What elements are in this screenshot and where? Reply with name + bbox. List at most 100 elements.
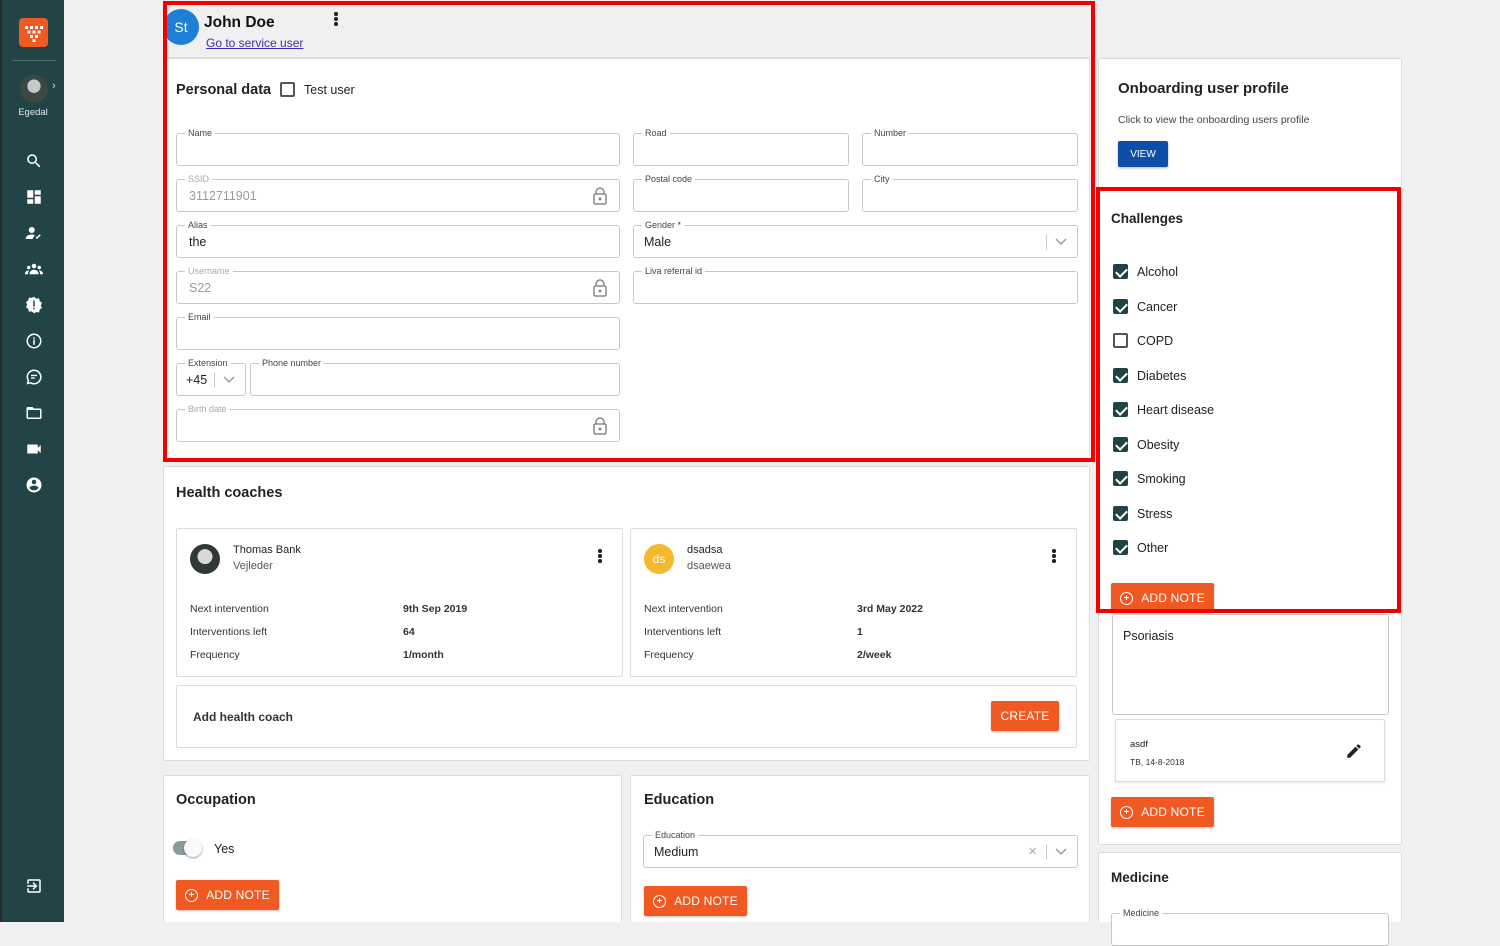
challenge-note-text: Psoriasis: [1123, 629, 1174, 643]
coach-more-icon[interactable]: [598, 549, 602, 563]
chevron-down-icon: [223, 376, 235, 383]
liva-referral-label: Liva referral id: [642, 265, 706, 277]
education-title: Education: [644, 792, 715, 808]
road-field[interactable]: Road: [633, 127, 849, 166]
frequency-label: Frequency: [190, 649, 240, 661]
challenges-add-note-button[interactable]: ADD NOTE: [1111, 583, 1214, 613]
challenge-checkbox[interactable]: [1113, 298, 1128, 314]
info-icon[interactable]: [24, 331, 44, 351]
challenge-label: Smoking: [1137, 472, 1186, 486]
occupation-add-note-button[interactable]: ADD NOTE: [176, 880, 279, 910]
education-card: Education Education Medium × ADD NOTE: [630, 775, 1090, 922]
add-note-label: ADD NOTE: [1141, 591, 1205, 605]
challenge-label: Diabetes: [1137, 368, 1187, 383]
challenge-checkbox[interactable]: [1113, 264, 1128, 279]
number-field[interactable]: Number: [862, 127, 1078, 166]
search-icon[interactable]: [24, 151, 44, 171]
ssid-label: SSID: [185, 173, 213, 185]
add-circle-icon: [653, 894, 667, 908]
challenge-checkbox[interactable]: [1113, 505, 1128, 521]
logout-icon[interactable]: [24, 876, 44, 896]
phone-number-field[interactable]: Phone number: [250, 357, 620, 396]
coach-more-icon[interactable]: [1052, 549, 1056, 563]
email-field[interactable]: Email: [176, 311, 620, 350]
liva-referral-field[interactable]: Liva referral id: [633, 265, 1078, 304]
saved-note-text: asdf: [1130, 739, 1148, 750]
extension-select[interactable]: Extension +45: [176, 357, 246, 396]
name-field[interactable]: Name: [176, 127, 620, 166]
medicine-title: Medicine: [1111, 870, 1169, 885]
challenges-title: Challenges: [1111, 211, 1184, 226]
create-button-label: CREATE: [1000, 709, 1050, 723]
challenge-label: Alcohol: [1137, 265, 1178, 279]
occupation-card: Occupation Yes ADD NOTE: [163, 775, 622, 922]
medicine-label: Medicine: [1120, 907, 1163, 919]
personal-data-title: Personal data: [176, 82, 272, 98]
occupation-toggle[interactable]: [173, 839, 202, 857]
username-label: Username: [185, 265, 233, 277]
onboarding-description: Click to view the onboarding users profi…: [1118, 114, 1310, 126]
gender-select[interactable]: Gender * Male: [633, 219, 1078, 258]
challenge-label: COPD: [1137, 334, 1174, 348]
challenge-label: Heart disease: [1137, 403, 1215, 417]
next-intervention-value: 3rd May 2022: [857, 603, 923, 615]
challenge-checkbox[interactable]: [1113, 540, 1128, 555]
medicine-field[interactable]: Medicine: [1111, 907, 1389, 946]
frequency-value: 2/week: [857, 649, 892, 661]
create-button[interactable]: CREATE: [991, 701, 1059, 731]
alias-field[interactable]: Alias the: [176, 219, 620, 258]
education-select[interactable]: Education Medium ×: [643, 829, 1078, 868]
challenge-checkbox[interactable]: [1113, 471, 1128, 486]
app-logo[interactable]: [19, 18, 48, 47]
gender-value: Male: [644, 235, 672, 249]
health-coaches-title: Health coaches: [176, 485, 283, 501]
add-health-coach-label: Add health coach: [193, 710, 294, 724]
onboarding-title: Onboarding user profile: [1118, 80, 1289, 97]
challenge-checkbox[interactable]: [1113, 367, 1128, 383]
dashboard-icon[interactable]: [24, 187, 44, 207]
alias-value: the: [189, 235, 207, 249]
postal-code-field[interactable]: Postal code: [633, 173, 849, 212]
city-label: City: [871, 173, 893, 185]
education-add-note-button[interactable]: ADD NOTE: [644, 886, 747, 916]
next-intervention-label: Next intervention: [190, 603, 269, 615]
interventions-left-label: Interventions left: [190, 626, 268, 638]
name-label: Name: [185, 127, 216, 139]
alert-badge-icon[interactable]: [24, 295, 44, 315]
chat-icon[interactable]: [24, 367, 44, 387]
challenge-checkbox[interactable]: [1113, 436, 1128, 452]
challenges-card: Challenges Alcohol Cancer COPD Diabetes Hear…: [1098, 190, 1402, 845]
health-coaches-card: Health coaches Thomas Bank Vejleder Next…: [163, 466, 1090, 761]
phone-number-label: Phone number: [259, 357, 325, 369]
account-circle-icon[interactable]: [24, 475, 44, 495]
interventions-left-label: Interventions left: [644, 626, 722, 638]
video-icon[interactable]: [24, 439, 44, 459]
clear-icon[interactable]: ×: [1028, 843, 1037, 860]
header-more-icon[interactable]: [334, 12, 338, 26]
select-separator: [214, 372, 215, 388]
challenge-checkbox[interactable]: [1113, 402, 1128, 417]
number-label: Number: [871, 127, 910, 139]
extension-value: +45: [186, 373, 208, 387]
org-avatar[interactable]: [20, 75, 48, 103]
group-icon[interactable]: [24, 259, 44, 279]
saved-note: asdf TB, 14-8-2018: [1115, 719, 1385, 782]
edit-icon[interactable]: [1345, 742, 1363, 760]
user-check-icon[interactable]: [24, 223, 44, 243]
chevron-down-icon: [1055, 238, 1067, 245]
add-note-label: ADD NOTE: [206, 888, 270, 902]
go-to-service-user-link[interactable]: Go to service user: [206, 36, 303, 50]
user-avatar-initials: St: [174, 19, 188, 35]
challenge-checkbox[interactable]: [1113, 333, 1128, 348]
chevron-right-icon[interactable]: ›: [52, 80, 56, 92]
next-intervention-label: Next intervention: [644, 603, 723, 615]
view-button[interactable]: VIEW: [1118, 141, 1168, 167]
test-user-checkbox[interactable]: [280, 82, 295, 97]
folder-icon[interactable]: [24, 403, 44, 423]
challenges-add-note-button-2[interactable]: ADD NOTE: [1111, 797, 1214, 827]
coach-name: Thomas Bank: [233, 544, 301, 556]
city-field[interactable]: City: [862, 173, 1078, 212]
education-value: Medium: [654, 845, 699, 859]
challenge-note-textarea[interactable]: Psoriasis: [1112, 614, 1389, 715]
add-note-label: ADD NOTE: [674, 894, 738, 908]
